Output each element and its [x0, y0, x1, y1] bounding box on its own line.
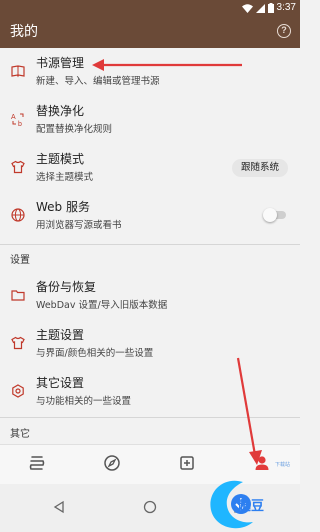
nav-discover[interactable]: [75, 445, 150, 485]
theme-settings-item[interactable]: 主题设置 与界面/颜色相关的一些设置: [0, 320, 300, 368]
gear-icon: [11, 384, 25, 398]
settings-list: 书源管理 新建、导入、编辑或管理书源 Ab 替换净化 配置替换净化规则 主题模式…: [0, 48, 300, 444]
help-icon[interactable]: ?: [277, 24, 291, 38]
replace-purify-subtitle: 配置替换净化规则: [36, 124, 113, 135]
watermark-small-text: 下载站: [275, 462, 291, 468]
watermark-text: 趣豆: [238, 499, 265, 514]
page-title: 我的: [10, 24, 38, 40]
other-settings-subtitle: 与功能相关的一些设置: [36, 396, 132, 407]
divider: [0, 417, 300, 418]
home-button[interactable]: [136, 494, 164, 522]
theme-mode-title: 主题模式: [36, 152, 85, 166]
theme-settings-subtitle: 与界面/颜色相关的一些设置: [36, 348, 154, 359]
book-source-title: 书源管理: [36, 56, 85, 70]
book-icon: [11, 64, 25, 78]
person-icon: [255, 456, 269, 470]
toggle-knob: [263, 208, 277, 222]
theme-mode-item[interactable]: 主题模式 选择主题模式 跟随系统: [0, 144, 300, 192]
signal-icon: [255, 3, 265, 13]
replace-purify-item[interactable]: Ab 替换净化 配置替换净化规则: [0, 96, 300, 144]
web-service-title: Web 服务: [36, 200, 90, 214]
theme-mode-subtitle: 选择主题模式: [36, 172, 94, 183]
bookshelf-icon: [29, 456, 45, 470]
svg-text:A: A: [11, 114, 16, 121]
backup-restore-item[interactable]: 备份与恢复 WebDav 设置/导入旧版本数据: [0, 272, 300, 320]
status-time: 3:37: [276, 2, 296, 13]
other-settings-title: 其它设置: [36, 376, 85, 390]
svg-text:b: b: [18, 121, 22, 126]
home-icon: [143, 500, 157, 514]
web-service-subtitle: 用浏览器写源或看书: [36, 220, 122, 231]
nav-bookshelf[interactable]: [0, 445, 75, 485]
tshirt-icon: [11, 160, 25, 174]
book-source-subtitle: 新建、导入、编辑或管理书源: [36, 76, 160, 87]
divider: [0, 244, 300, 245]
theme-mode-badge[interactable]: 跟随系统: [231, 159, 288, 177]
section-header-other: 其它: [10, 429, 30, 440]
other-settings-item[interactable]: 其它设置 与功能相关的一些设置: [0, 368, 300, 416]
web-service-item[interactable]: Web 服务 用浏览器写源或看书: [0, 192, 300, 240]
rss-icon: [180, 456, 194, 470]
back-button[interactable]: [45, 494, 73, 522]
folder-icon: [11, 288, 25, 302]
backup-restore-subtitle: WebDav 设置/导入旧版本数据: [36, 300, 168, 311]
compass-icon: [104, 455, 120, 471]
wifi-icon: [241, 3, 253, 13]
theme-settings-title: 主题设置: [36, 328, 85, 342]
status-bar: 3:37: [0, 0, 300, 16]
globe-icon: [11, 208, 25, 222]
back-icon: [53, 500, 64, 514]
section-header-settings: 设置: [10, 255, 30, 266]
battery-icon: [267, 3, 274, 13]
book-source-item[interactable]: 书源管理 新建、导入、编辑或管理书源: [0, 48, 300, 96]
tshirt-icon: [11, 336, 25, 350]
replace-icon: Ab: [11, 112, 25, 126]
status-icons: 3:37: [241, 2, 296, 14]
app-bar: 我的 ?: [0, 16, 300, 48]
web-service-toggle[interactable]: [263, 208, 286, 222]
backup-restore-title: 备份与恢复: [36, 280, 97, 294]
replace-purify-title: 替换净化: [36, 104, 85, 118]
